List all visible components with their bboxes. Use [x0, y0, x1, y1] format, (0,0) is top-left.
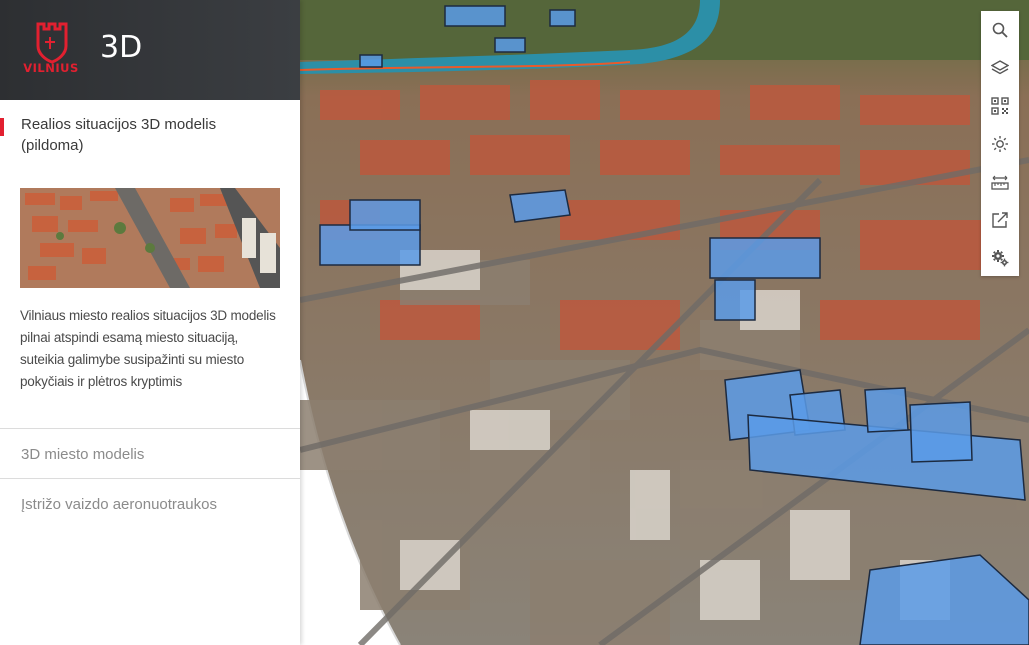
measure-button[interactable]	[981, 163, 1019, 201]
map-toolbar	[981, 11, 1019, 276]
divider	[0, 478, 300, 479]
layers-icon	[991, 60, 1009, 75]
sidebar-item-realios-situacijos[interactable]: Realios situacijos 3D modelis (pildoma)	[0, 114, 300, 156]
sidebar-header: VILNIUS 3D	[0, 0, 300, 100]
divider	[0, 428, 300, 429]
item-description: Vilniaus miesto realios situacijos 3D mo…	[20, 308, 276, 389]
share-button[interactable]	[981, 201, 1019, 239]
3d-map-view[interactable]	[300, 0, 1029, 645]
sidebar-item-label: Realios situacijos 3D modelis (pildoma)	[21, 116, 217, 154]
settings-button[interactable]	[981, 239, 1019, 277]
search-icon	[992, 22, 1008, 38]
qr-code-icon	[991, 97, 1009, 115]
sidebar: VILNIUS 3D Realios situacijos 3D modelis…	[0, 0, 300, 645]
settings-icon	[992, 250, 1009, 267]
share-icon	[992, 212, 1008, 228]
sidebar-item-3d-miesto-modelis[interactable]: 3D miesto modelis	[21, 446, 144, 463]
qr-code-button[interactable]	[981, 87, 1019, 125]
search-button[interactable]	[981, 11, 1019, 49]
sidebar-item-aeronuotraukos[interactable]: Įstrižo vaizdo aeronuotraukos	[21, 496, 217, 513]
logo-text: VILNIUS	[23, 61, 79, 75]
layers-button[interactable]	[981, 49, 1019, 87]
sun-button[interactable]	[981, 125, 1019, 163]
sun-icon	[992, 136, 1008, 152]
active-indicator	[0, 118, 4, 136]
measure-icon	[991, 175, 1009, 190]
preview-thumbnail	[20, 188, 280, 288]
app-title: 3D	[100, 30, 143, 65]
